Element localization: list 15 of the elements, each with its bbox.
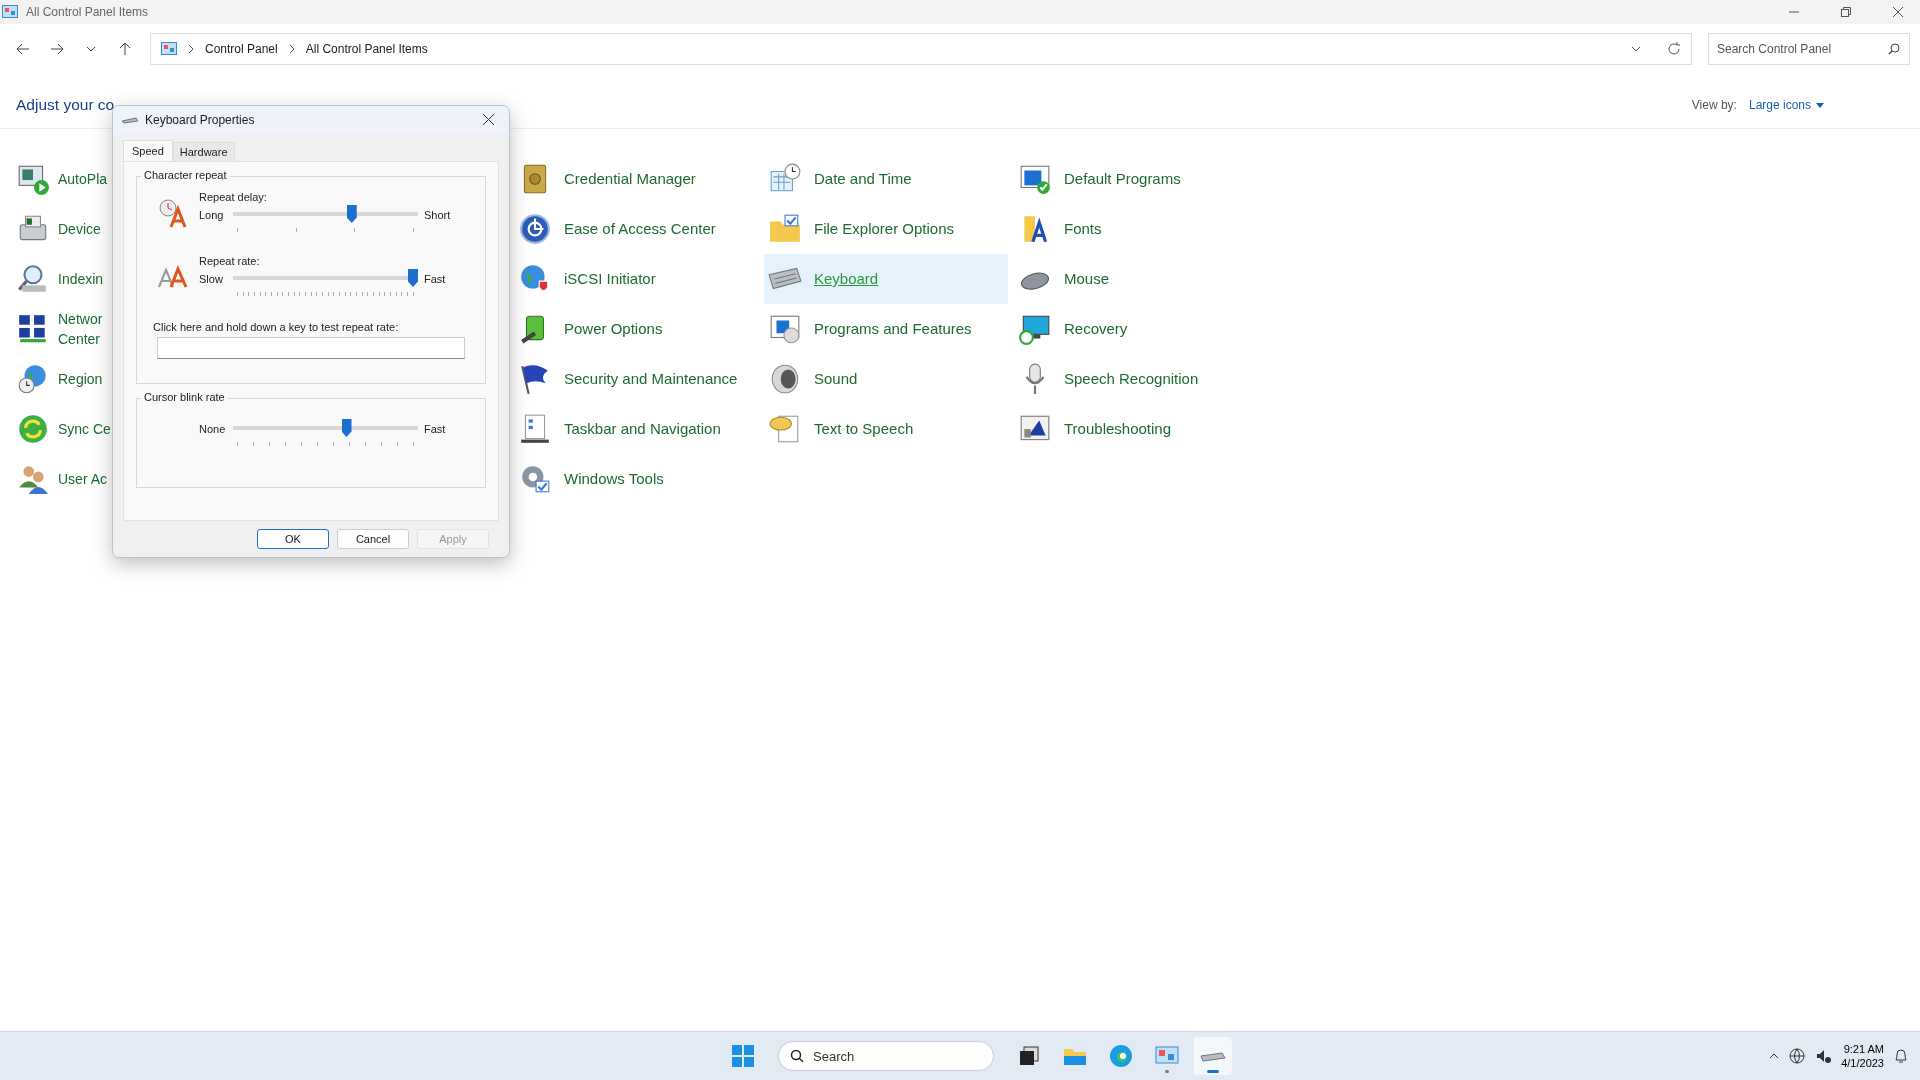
page-heading: Adjust your co: [16, 96, 116, 114]
slider-max-label: Fast: [424, 423, 446, 435]
group-title: Character repeat: [141, 169, 230, 181]
slider-min-label: Slow: [199, 273, 224, 285]
view-by-label: View by:: [1691, 98, 1737, 112]
window-title: All Control Panel Items: [26, 5, 150, 19]
slider-label: Repeat delay:: [199, 191, 268, 203]
slider-max-label: Short: [424, 209, 451, 221]
test-field-label: Click here and hold down a key to test repeat rate:: [153, 321, 400, 333]
dialog-title: Keyboard Properties: [145, 112, 256, 127]
slider-label: Repeat rate:: [199, 255, 261, 267]
slider-min-label: None: [199, 423, 227, 435]
slider-min-label: Long: [199, 209, 225, 221]
group-title: Cursor blink rate: [141, 391, 228, 403]
slider-max-label: Fast: [424, 273, 446, 285]
